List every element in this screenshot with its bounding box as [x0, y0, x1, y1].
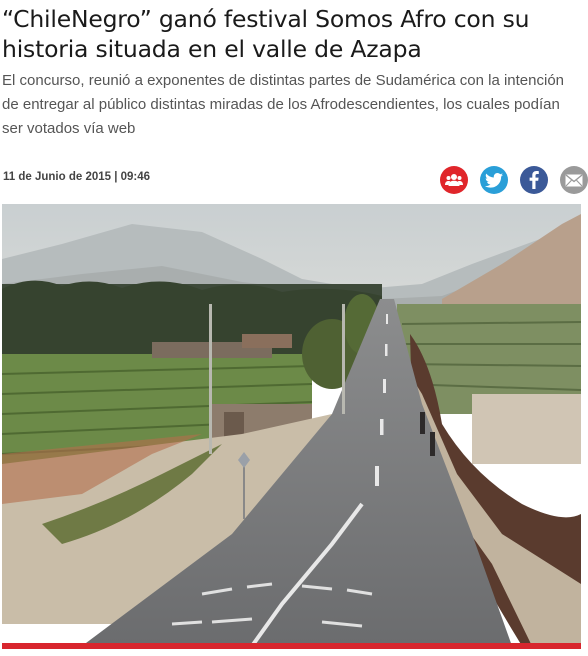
- facebook-icon: [529, 171, 539, 189]
- share-facebook-button[interactable]: [520, 166, 548, 194]
- hero-image: [2, 204, 581, 649]
- share-bar: [440, 166, 588, 194]
- share-email-button[interactable]: [560, 166, 588, 194]
- article-lead: El concurso, reunió a exponentes de dist…: [2, 72, 565, 137]
- group-icon: [445, 174, 463, 186]
- share-twitter-button[interactable]: [480, 166, 508, 194]
- twitter-icon: [485, 172, 503, 188]
- valley-road-photo: [2, 204, 581, 646]
- email-icon: [565, 173, 583, 186]
- article-title: “ChileNegro” ganó festival Somos Afro co…: [2, 5, 530, 63]
- share-group-button[interactable]: [440, 166, 468, 194]
- article-date: 11 de Junio de 2015 | 09:46: [3, 171, 151, 183]
